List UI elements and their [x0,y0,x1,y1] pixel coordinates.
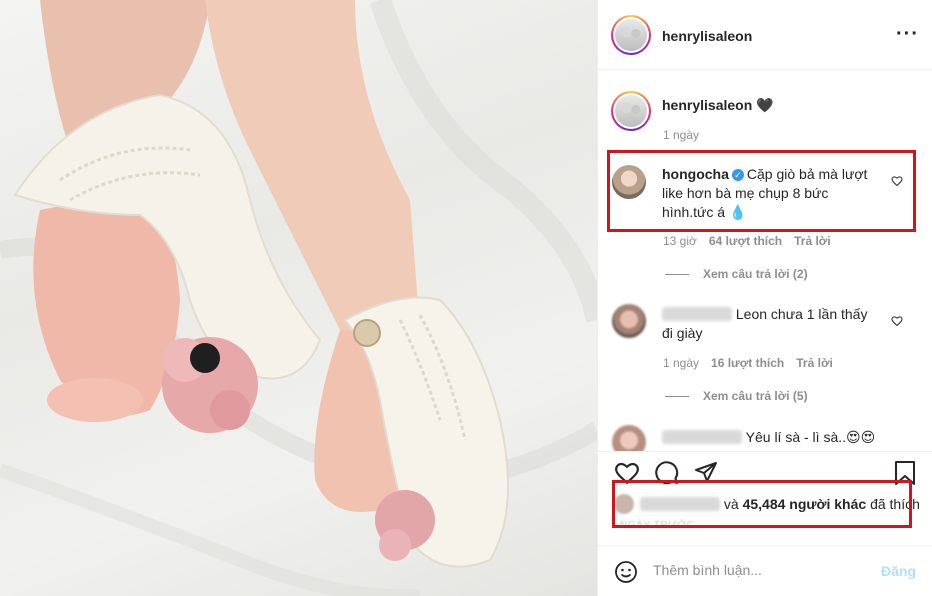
commenter-avatar[interactable] [612,165,646,199]
share-send-icon[interactable] [694,460,718,484]
post-date[interactable]: NGÀY TRƯỚC [620,520,694,531]
blurred-liker-name[interactable] [640,497,720,511]
liker-avatar[interactable] [614,494,634,514]
comment-text: Leon chưa 1 lần thấy đi giày [662,305,872,343]
commenter-avatar[interactable] [612,425,646,451]
comment-text: hongocha ✓ Cặp giò bả mà lượt like hơn bà … [662,165,872,222]
baby-feet-illustration [0,0,597,596]
commenter-avatar[interactable] [612,304,646,338]
commenter-username[interactable]: hongocha [662,166,729,182]
post-photo [0,0,597,596]
comment-text: Yêu lí sà - lì sà..😍😍 [662,428,892,447]
add-comment-bar: Đăng [598,545,932,596]
comments-list: henrylisaleon 🖤 1 ngày hongocha ✓ Cặp giò … [598,71,932,451]
verified-badge-icon: ✓ [731,169,744,181]
caption-username[interactable]: henrylisaleon [662,97,752,113]
likes-suffix: đã thích [870,496,920,512]
post-side-panel: henrylisaleon ··· henrylisaleon 🖤 1 ngày… [597,0,932,596]
author-avatar[interactable] [611,15,651,55]
comment-meta: 1 ngày 16 lượt thích Trả lời [663,356,833,370]
comment-time[interactable]: 13 giờ [663,234,697,248]
blurred-username[interactable] [662,307,732,321]
view-replies-button[interactable]: Xem câu trả lời (2) [665,267,808,281]
blurred-username[interactable] [662,430,742,444]
comment-meta: 13 giờ 64 lượt thích Trả lời [663,234,831,248]
comment-likes[interactable]: 16 lượt thích [711,356,784,370]
likes-and: và [723,496,739,512]
emoji-icon[interactable] [614,560,638,584]
likes-summary: và 45,484 người khác đã thích [614,494,920,514]
post-comment-button[interactable]: Đăng [881,563,916,579]
post-header: henrylisaleon ··· [598,0,932,70]
comment-input[interactable] [653,562,868,578]
comment-body: Yêu lí sà - lì sà..😍😍 [745,429,876,445]
likes-count-link[interactable]: 45,484 người khác [743,496,867,512]
comment-bubble-icon[interactable] [654,460,679,485]
comment-likes[interactable]: 64 lượt thích [709,234,782,248]
like-comment-icon[interactable] [891,315,903,327]
like-comment-icon[interactable] [891,175,903,187]
reply-button[interactable]: Trả lời [794,234,831,248]
bookmark-save-icon[interactable] [894,460,916,486]
caption-avatar[interactable] [611,91,651,131]
more-options-icon[interactable]: ··· [896,23,919,46]
caption-text: 🖤 [756,97,774,113]
like-heart-icon[interactable] [614,460,640,486]
view-replies-button[interactable]: Xem câu trả lời (5) [665,389,808,403]
comment-time[interactable]: 1 ngày [663,356,699,370]
reply-button[interactable]: Trả lời [796,356,833,370]
caption-time[interactable]: 1 ngày [663,128,699,142]
caption: henrylisaleon 🖤 [662,96,774,115]
author-username[interactable]: henrylisaleon [662,28,752,44]
